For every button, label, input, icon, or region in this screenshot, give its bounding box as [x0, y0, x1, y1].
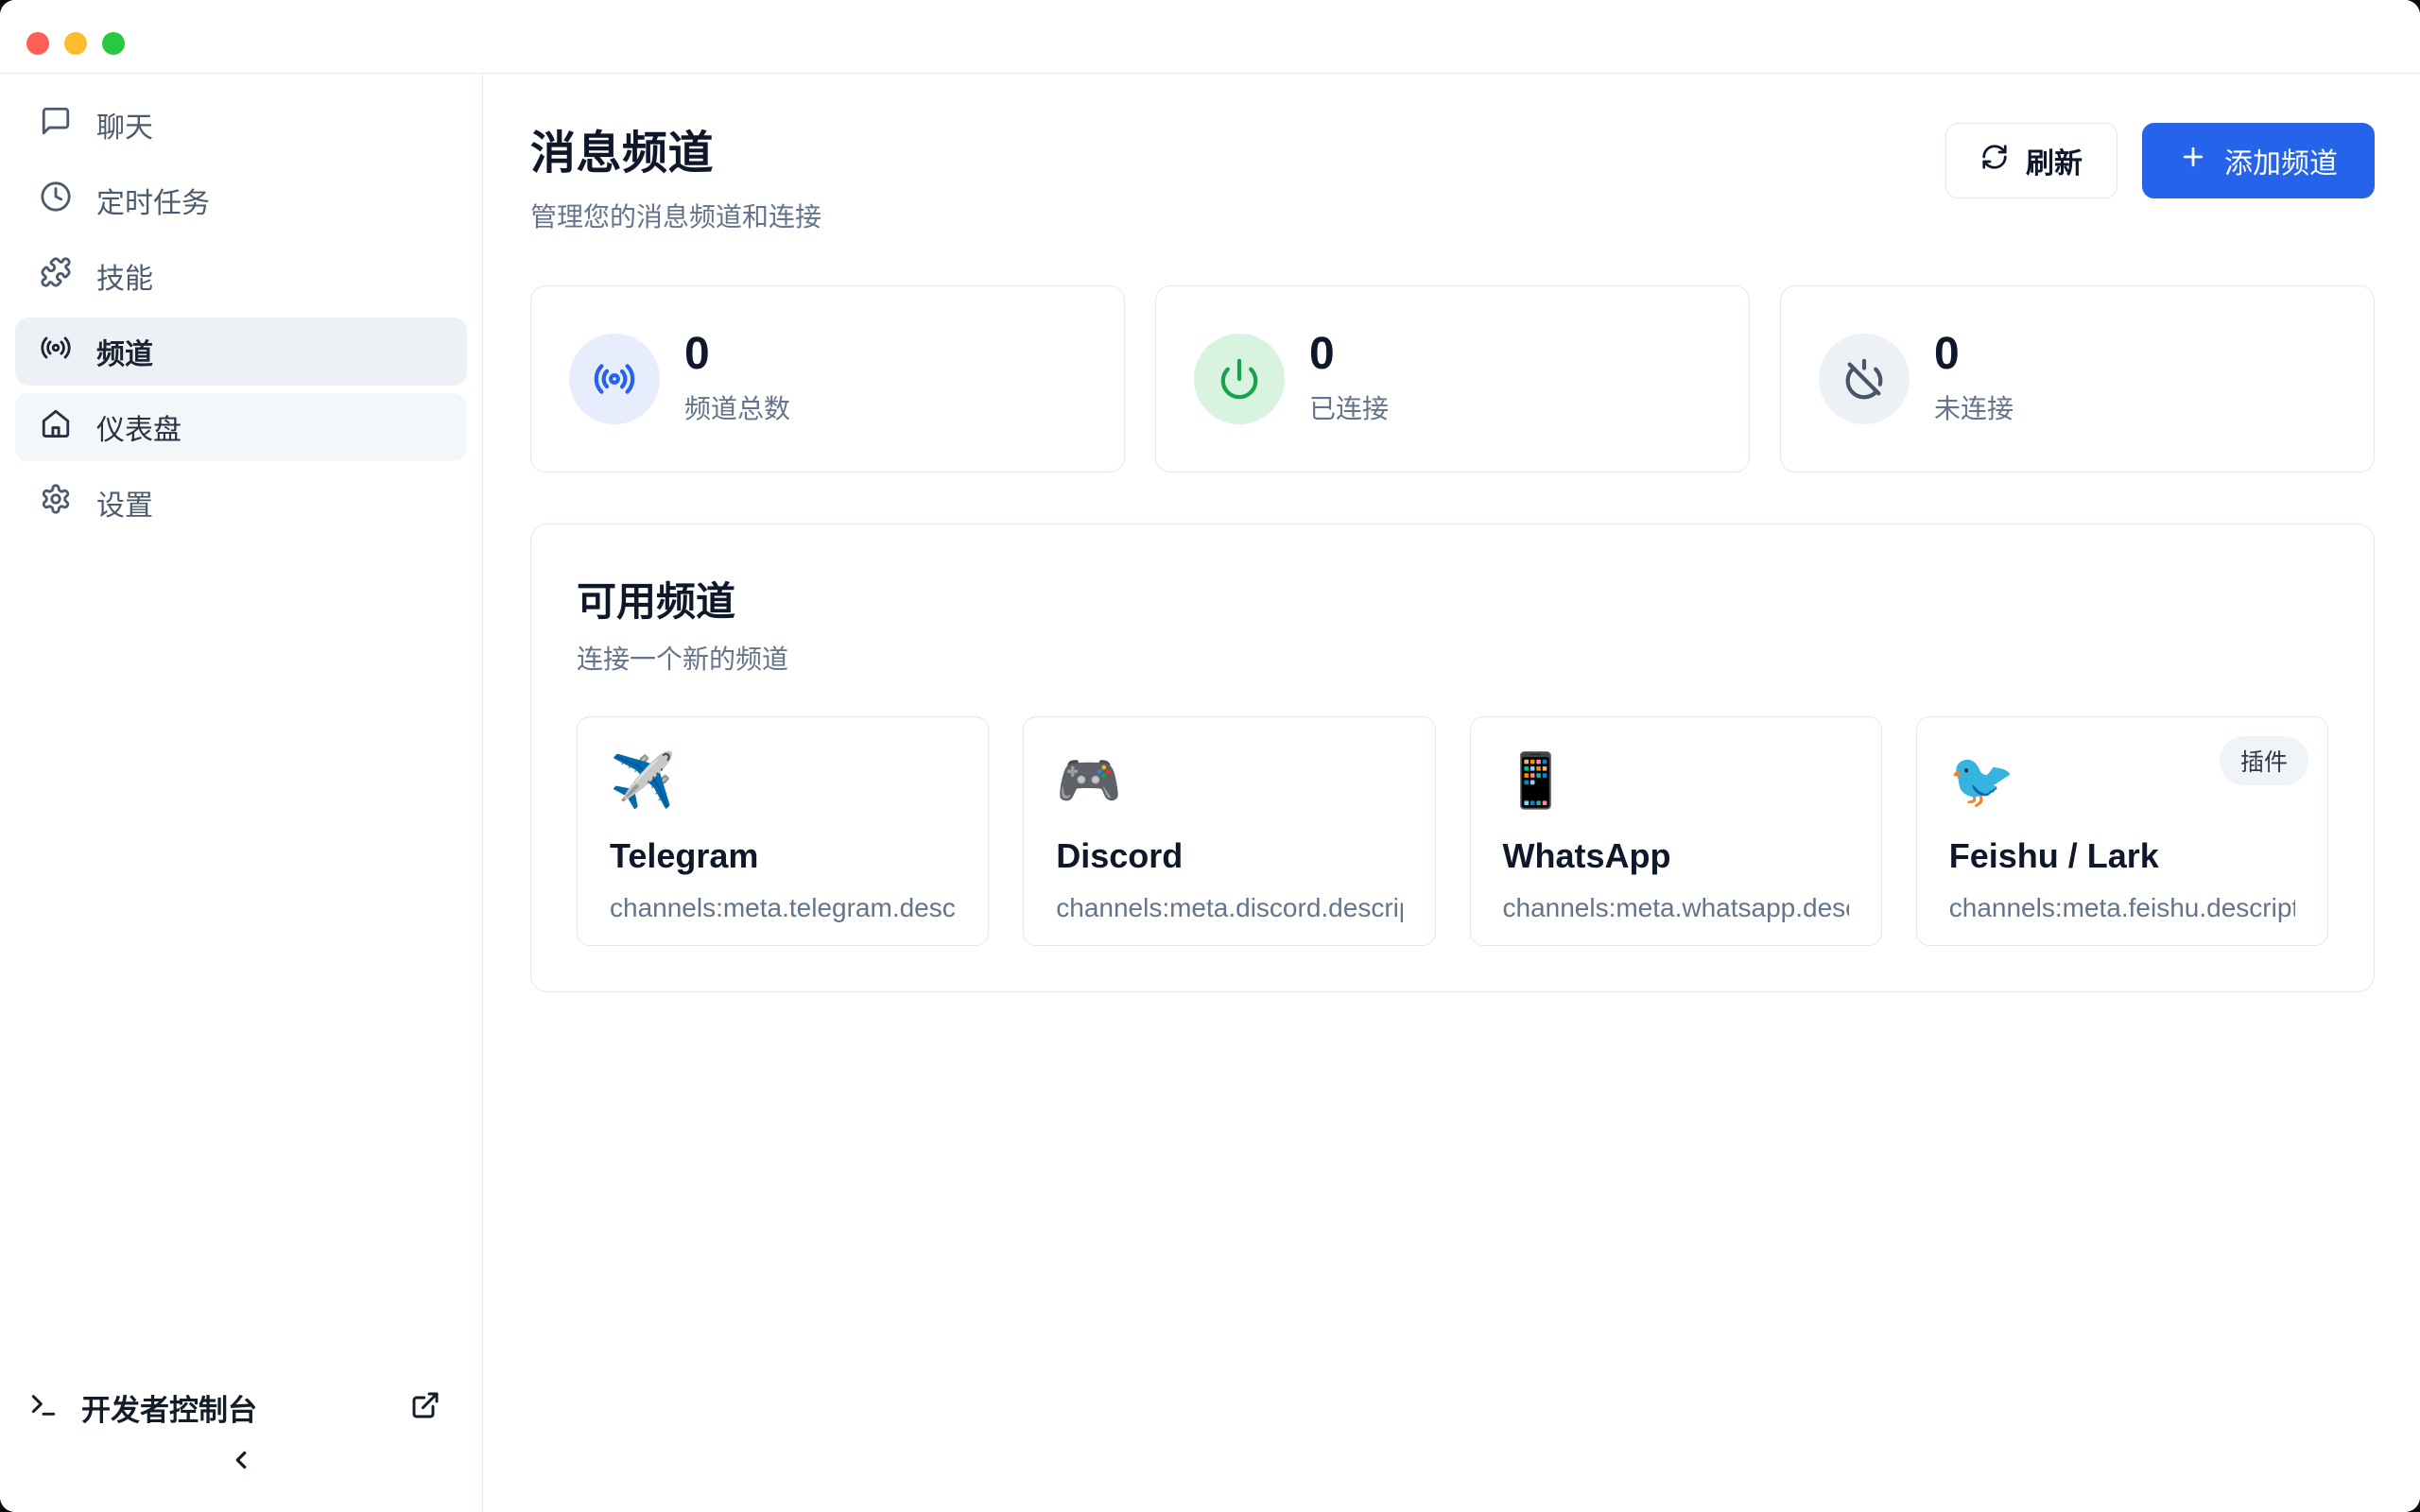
sidebar-item-skills[interactable]: 技能 [15, 242, 467, 310]
header-actions: 刷新 添加频道 [1945, 123, 2375, 198]
sidebar-item-label: 聊天 [96, 104, 153, 146]
channel-description: channels:meta.whatsapp.description [1503, 893, 1849, 923]
page-title: 消息频道 [530, 115, 821, 181]
stats-row: 0 频道总数 0 已连接 [530, 285, 2375, 472]
channel-name: WhatsApp [1503, 836, 1849, 876]
refresh-button[interactable]: 刷新 [1945, 123, 2118, 198]
stat-value: 0 [1934, 332, 2014, 377]
channel-description: channels:meta.telegram.description [610, 893, 956, 923]
stat-value: 0 [1309, 332, 1389, 377]
sidebar: 聊天 定时任务 技能 [0, 74, 483, 1512]
developer-console-label: 开发者控制台 [81, 1386, 388, 1429]
clock-icon [40, 180, 72, 220]
stat-card-connected: 0 已连接 [1155, 285, 1750, 472]
sidebar-item-scheduled-tasks[interactable]: 定时任务 [15, 166, 467, 234]
sidebar-nav: 聊天 定时任务 技能 [0, 74, 482, 537]
power-off-icon [1819, 334, 1910, 424]
refresh-button-label: 刷新 [2026, 140, 2083, 181]
channels-page: 消息频道 管理您的消息频道和连接 刷新 添加频道 [483, 74, 2420, 1512]
page-subtitle: 管理您的消息频道和连接 [530, 197, 821, 234]
titlebar [0, 0, 2420, 74]
close-window-button[interactable] [26, 32, 49, 55]
developer-console-link[interactable]: 开发者控制台 [0, 1386, 482, 1429]
sidebar-item-chat[interactable]: 聊天 [15, 91, 467, 159]
power-icon [1194, 334, 1285, 424]
puzzle-icon [40, 256, 72, 296]
channel-name: Telegram [610, 836, 956, 876]
channel-description: channels:meta.feishu.description [1949, 893, 2295, 923]
plugin-badge: 插件 [2220, 736, 2308, 785]
refresh-icon [1980, 143, 2009, 179]
channel-card-discord[interactable]: 🎮 Discord channels:meta.discord.descript… [1023, 716, 1435, 946]
stat-card-disconnected: 0 未连接 [1780, 285, 2375, 472]
sidebar-item-label: 设置 [96, 482, 153, 524]
stat-value: 0 [684, 332, 790, 377]
channel-card-whatsapp[interactable]: 📱 WhatsApp channels:meta.whatsapp.descri… [1470, 716, 1882, 946]
available-channels-subtitle: 连接一个新的频道 [577, 639, 2328, 677]
sidebar-item-dashboard[interactable]: 仪表盘 [15, 393, 467, 461]
zoom-window-button[interactable] [102, 32, 125, 55]
add-channel-button[interactable]: 添加频道 [2142, 123, 2375, 198]
sidebar-collapse-button[interactable] [211, 1431, 271, 1491]
sidebar-item-label: 仪表盘 [96, 406, 182, 448]
sidebar-item-label: 定时任务 [96, 180, 210, 221]
minimize-window-button[interactable] [64, 32, 87, 55]
channel-card-telegram[interactable]: ✈️ Telegram channels:meta.telegram.descr… [577, 716, 989, 946]
stat-label: 频道总数 [684, 388, 790, 426]
app-window: 聊天 定时任务 技能 [0, 0, 2420, 1512]
sidebar-item-settings[interactable]: 设置 [15, 469, 467, 537]
available-channels-title: 可用频道 [577, 570, 2328, 627]
terminal-icon [28, 1390, 59, 1425]
page-header: 消息频道 管理您的消息频道和连接 刷新 添加频道 [530, 115, 2375, 234]
external-link-icon[interactable] [410, 1390, 441, 1425]
sidebar-item-label: 频道 [96, 331, 153, 372]
chevron-left-icon [227, 1446, 255, 1477]
discord-emoji-icon: 🎮 [1056, 751, 1402, 810]
available-channels-panel: 可用频道 连接一个新的频道 ✈️ Telegram channels:meta.… [530, 524, 2375, 992]
telegram-emoji-icon: ✈️ [610, 751, 956, 810]
plus-icon [2179, 143, 2207, 179]
channel-name: Discord [1056, 836, 1402, 876]
channel-grid: ✈️ Telegram channels:meta.telegram.descr… [577, 716, 2328, 946]
whatsapp-emoji-icon: 📱 [1503, 751, 1849, 810]
sidebar-item-channels[interactable]: 频道 [15, 318, 467, 386]
broadcast-icon [569, 334, 660, 424]
channel-name: Feishu / Lark [1949, 836, 2295, 876]
sidebar-item-label: 技能 [96, 255, 153, 297]
stat-label: 已连接 [1309, 388, 1389, 426]
gear-icon [40, 483, 72, 523]
broadcast-icon [40, 332, 72, 371]
home-icon [40, 407, 72, 447]
stat-card-total-channels: 0 频道总数 [530, 285, 1125, 472]
channel-description: channels:meta.discord.description [1056, 893, 1402, 923]
traffic-lights [26, 32, 125, 55]
add-channel-button-label: 添加频道 [2224, 140, 2338, 181]
chat-bubble-icon [40, 105, 72, 145]
stat-label: 未连接 [1934, 388, 2014, 426]
channel-card-feishu[interactable]: 插件 🐦 Feishu / Lark channels:meta.feishu.… [1916, 716, 2328, 946]
